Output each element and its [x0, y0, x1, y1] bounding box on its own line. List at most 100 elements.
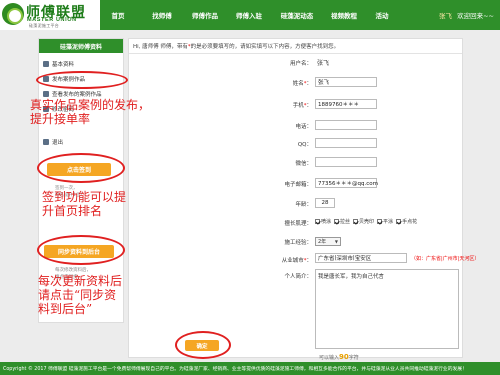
wechat-label: 微信： [295, 161, 312, 167]
skills-checkbox-group: 喷涂 拉丝 贝壳印 平涂 手点花 [315, 218, 420, 225]
name-input[interactable]: 张飞 [315, 77, 377, 87]
telephone-label: 电话： [295, 124, 312, 130]
checkbox-checked[interactable] [334, 219, 340, 224]
experience-value: 2年 [318, 239, 327, 245]
nav-home[interactable]: 首页 [100, 10, 136, 20]
sync-tip-line-1: 每次修改资料后， [55, 268, 91, 273]
name-label: 姓名*： [292, 81, 312, 87]
skills-label-text: 擅长肌理 [284, 221, 307, 227]
city-province: 广东省 [318, 256, 335, 262]
email-input[interactable]: 77356＊＊＊@qq.com [315, 178, 378, 188]
qq-label: QQ： [297, 142, 312, 148]
checkbox-checked[interactable] [396, 219, 402, 224]
city-label-text: 从业城市 [281, 258, 304, 264]
user-name[interactable]: 张飞 [439, 12, 452, 20]
sidebar-item-label: 退出 [52, 140, 64, 146]
sidebar-item-basic-info[interactable]: 基本资料 [43, 59, 74, 69]
logo-tagline: 硅藻泥施工平台 [29, 23, 60, 28]
skill-checkbox-flat[interactable]: 平涂 [377, 218, 393, 225]
required-star: * [303, 103, 307, 109]
chevron-down-icon: ▼ [334, 239, 338, 244]
name-label-text: 姓名 [292, 81, 304, 87]
city-input[interactable]: 广东省 | 深圳市 | 宝安区 [315, 253, 407, 263]
nav-video-tutorials[interactable]: 视频教程 [325, 10, 363, 20]
annotation-checkin-line-1: 签到功能可以提 [42, 190, 127, 204]
required-star: * [303, 81, 307, 87]
user-greeting[interactable]: 张飞 欢迎回来~~ [439, 10, 494, 20]
sidebar-item-label: 发布案例作品 [52, 77, 86, 83]
skill-label: 平涂 [383, 219, 394, 225]
skill-label: 喷涂 [321, 219, 332, 225]
annotation-checkin: 签到功能可以提 升首页排名 [42, 190, 126, 218]
annotation-sync-line-1: 每次更新资料后 [38, 274, 123, 288]
city-label: 从业城市*： [281, 258, 312, 264]
intro-textarea[interactable]: 我是唐长军，我为自己代言 [315, 269, 459, 349]
site-logo[interactable]: 师傅联盟 MASTER UNION 硅藻泥施工平台 [2, 2, 100, 28]
char-remaining-suffix: 字符 [348, 355, 359, 361]
skill-checkbox-brushed[interactable]: 拉丝 [334, 218, 350, 225]
skills-label: 擅长肌理： [284, 221, 312, 227]
checkbox-checked[interactable] [353, 219, 359, 224]
annotation-publish-line-2: 提升接单率 [30, 112, 91, 126]
experience-label: 施工经验： [284, 240, 312, 246]
nav-find-master[interactable]: 找师傅 [144, 10, 180, 20]
intro-label: 个人简介： [284, 274, 312, 280]
logo-mark-icon [2, 3, 24, 25]
checkbox-checked[interactable] [315, 219, 320, 224]
annotation-checkin-line-2: 升首页排名 [42, 204, 103, 218]
submit-button[interactable]: 确定 [185, 340, 219, 351]
sidebar-item-publish-case[interactable]: 发布案例作品 [43, 74, 85, 84]
age-input[interactable]: 28 [315, 198, 335, 208]
upload-icon [43, 76, 49, 82]
intro-label-text: 个人简介 [284, 274, 307, 280]
annotation-publish-line-1: 真实作品案例的发布， [30, 98, 151, 112]
checkbox-checked[interactable] [377, 219, 383, 224]
email-label: 电子邮箱： [284, 182, 312, 188]
annotation-publish: 真实作品案例的发布， 提升接单率 [30, 98, 150, 126]
annotation-sync: 每次更新资料后 请点击“同步资 料到后台” [38, 274, 122, 316]
phone-input[interactable]: 1889760＊＊＊ [315, 99, 377, 109]
skill-label: 手点花 [402, 219, 418, 225]
experience-select[interactable]: 2年 ▼ [315, 237, 341, 246]
list-icon [43, 91, 49, 97]
nav-master-join[interactable]: 师傅入驻 [229, 10, 269, 20]
telephone-input[interactable] [315, 120, 377, 130]
char-remaining-note: 可以输入90字符 [319, 353, 359, 361]
skill-label: 拉丝 [340, 219, 351, 225]
skill-checkbox-spray[interactable]: 喷涂 [315, 218, 331, 225]
wechat-input[interactable] [315, 157, 377, 167]
sync-to-backend-button[interactable]: 同步资料到后台 [44, 245, 114, 258]
sidebar-title: 硅藻泥师傅资料 [39, 39, 123, 53]
nav-news[interactable]: 硅藻泥动态 [275, 10, 319, 20]
username-value: 张飞 [317, 60, 330, 67]
sidebar-item-label: 查看发布的案例作品 [52, 92, 102, 98]
form-hint-suffix: 的是必须要填写的，请如实填写以下内容，方便客户找到您。 [190, 44, 340, 50]
annotation-sync-line-2: 请点击“同步资 [38, 288, 117, 302]
nav-master-works[interactable]: 师傅作品 [187, 10, 223, 20]
nav-activity[interactable]: 活动 [367, 10, 397, 20]
sidebar-item-logout[interactable]: 退出 [43, 137, 63, 147]
phone-label: 手机*： [292, 103, 312, 109]
qq-input[interactable] [315, 138, 377, 148]
username-label: 用户名： [289, 61, 312, 67]
exit-icon [43, 139, 49, 145]
divider [129, 53, 462, 54]
form-hint: Hi, 唐师傅 师傅，带有*的是必须要填写的，请如实填写以下内容，方便客户找到您… [133, 42, 339, 50]
experience-label-text: 施工经验 [284, 240, 307, 246]
required-star: * [303, 258, 307, 264]
city-district: 宝安区 [354, 256, 372, 262]
city-city: 深圳市 [336, 256, 353, 262]
age-label: 年龄： [295, 202, 312, 208]
checkin-button[interactable]: 点击签到 [47, 163, 111, 176]
site-footer: Copyright © 2017 师傅联盟 硅藻泥施工平台是一个免费帮师傅展现自… [0, 362, 500, 375]
annotation-sync-line-3: 料到后台” [38, 302, 93, 316]
form-hint-prefix: Hi, 唐师傅 师傅，带有 [133, 44, 188, 50]
char-remaining-count: 90 [339, 353, 349, 361]
site-header: 师傅联盟 MASTER UNION 硅藻泥施工平台 首页 找师傅 师傅作品 师傅… [0, 0, 500, 30]
skill-checkbox-shell-print[interactable]: 贝壳印 [353, 218, 374, 225]
city-format-example: （如：广东省|广州市|天河区） [411, 256, 480, 262]
doc-icon [43, 61, 49, 67]
skill-checkbox-hand-dot[interactable]: 手点花 [396, 218, 417, 225]
phone-label-text: 手机 [292, 103, 304, 109]
char-remaining-prefix: 可以输入 [319, 355, 340, 361]
